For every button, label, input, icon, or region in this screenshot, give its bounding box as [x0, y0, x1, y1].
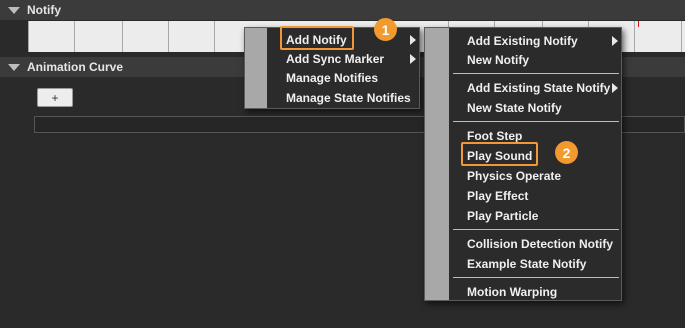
add-notify-highlight: [280, 26, 354, 50]
menu-item-physics-operate[interactable]: Physics Operate: [425, 166, 621, 186]
menu-item-collision-detection-notify[interactable]: Collision Detection Notify: [425, 234, 621, 254]
submenu-arrow-icon: [410, 35, 416, 45]
track-tick: [28, 21, 29, 52]
submenu-arrow-icon: [612, 83, 618, 93]
submenu-arrow-icon: [612, 36, 618, 46]
callout-badge-2: 2: [555, 141, 578, 164]
add-curve-button[interactable]: +: [37, 88, 73, 107]
menu-item-play-effect[interactable]: Play Effect: [425, 186, 621, 206]
callout-badge-1: 1: [374, 18, 397, 41]
notify-section-header[interactable]: Notify: [0, 0, 685, 20]
menu-item-add-sync-marker[interactable]: Add Sync Marker: [245, 49, 419, 69]
menu-separator: [453, 73, 619, 74]
menu-item-example-state-notify[interactable]: Example State Notify: [425, 254, 621, 274]
menu-separator: [453, 277, 619, 278]
track-tick: [74, 21, 75, 52]
menu-separator: [453, 121, 619, 122]
track-tick: [214, 21, 215, 52]
menu-item-new-notify[interactable]: New Notify: [425, 50, 621, 70]
menu-item-add-existing-state-notify[interactable]: Add Existing State Notify: [425, 78, 621, 98]
menu-item-motion-warping[interactable]: Motion Warping: [425, 282, 621, 302]
play-sound-highlight: [461, 142, 538, 166]
menu-separator: [453, 229, 619, 230]
menu-item-manage-state-notifies[interactable]: Manage State Notifies: [245, 88, 419, 108]
menu-item-manage-notifies[interactable]: Manage Notifies: [245, 68, 419, 88]
collapse-arrow-icon[interactable]: [8, 63, 20, 71]
menu-item-play-particle[interactable]: Play Particle: [425, 206, 621, 226]
submenu-arrow-icon: [410, 54, 416, 64]
track-tick: [122, 21, 123, 52]
time-marker: [638, 21, 639, 27]
menu-item-new-state-notify[interactable]: New State Notify: [425, 98, 621, 118]
collapse-arrow-icon[interactable]: [8, 6, 20, 14]
notify-section-title: Notify: [27, 3, 61, 17]
track-tick: [634, 21, 635, 52]
track-tick: [168, 21, 169, 52]
animation-curve-section-title: Animation Curve: [27, 60, 124, 74]
menu-item-add-existing-notify[interactable]: Add Existing Notify: [425, 31, 621, 51]
track-tick: [681, 21, 682, 52]
